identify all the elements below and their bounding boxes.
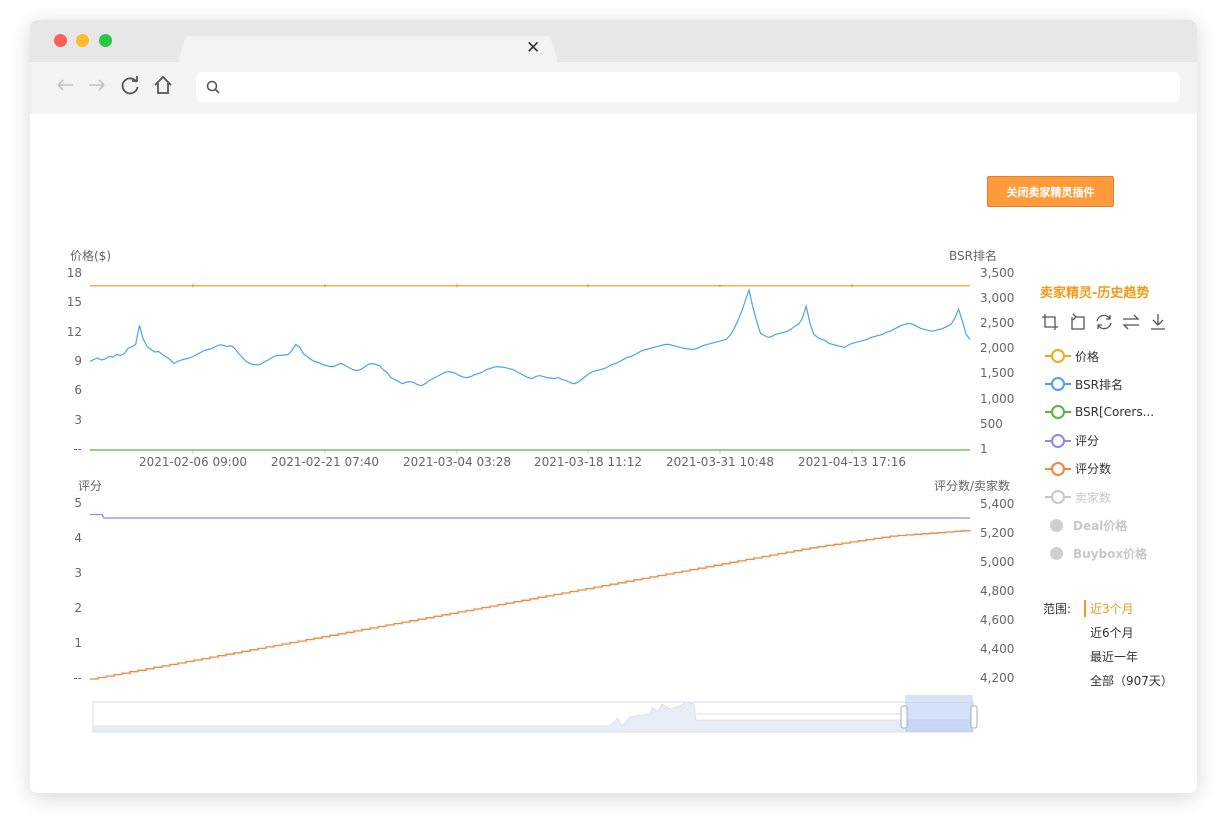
panel-title: 卖家精灵-历史趋势 — [1040, 286, 1150, 301]
legend-label: 价格 — [1075, 349, 1100, 364]
tab-close-icon[interactable]: ✕ — [526, 37, 540, 59]
legend-label: 卖家数 — [1075, 490, 1112, 505]
chart-toolbox — [1040, 312, 1168, 332]
range-label: 范围: — [1043, 602, 1072, 616]
legend-label: BSR排名 — [1075, 377, 1123, 392]
legend-label: 评分数 — [1075, 462, 1112, 477]
download-icon[interactable] — [1148, 312, 1168, 332]
home-icon[interactable] — [152, 74, 174, 96]
browser-window: ✕ 关闭卖家精灵插件 价格($) BSR排名 18 15 12 9 6 3 -- 3,500… — [30, 20, 1197, 793]
legend-item[interactable]: Deal价格 — [1045, 516, 1127, 534]
reload-icon[interactable] — [119, 74, 141, 96]
legend-item[interactable]: Buybox价格 — [1045, 544, 1147, 562]
legend-label: BSR[Corers... — [1075, 405, 1155, 420]
close-window-button[interactable] — [54, 34, 67, 47]
legend-item[interactable]: BSR[Corers... — [1045, 403, 1154, 421]
switch-icon[interactable] — [1121, 312, 1141, 332]
page-content: 关闭卖家精灵插件 价格($) BSR排名 18 15 12 9 6 3 -- 3,500 3,… — [30, 114, 1197, 793]
browser-toolbar — [30, 62, 1197, 114]
price-point — [455, 284, 459, 288]
legend-item[interactable]: 评分数 — [1045, 460, 1111, 478]
search-icon — [206, 80, 220, 94]
legend-label: Deal价格 — [1073, 518, 1128, 533]
browser-tab[interactable] — [178, 36, 558, 62]
title-bar: ✕ — [30, 20, 1197, 62]
zoom-left-handle[interactable] — [900, 705, 908, 729]
legend-marker-icon — [1045, 375, 1071, 393]
price-bsr-chart — [89, 284, 971, 454]
review-count-line — [90, 530, 971, 680]
bsr-line — [89, 287, 971, 387]
legend-item[interactable]: BSR排名 — [1045, 375, 1123, 393]
minimize-window-button[interactable] — [76, 34, 89, 47]
legend-marker-icon — [1045, 403, 1071, 421]
range-option-1-year[interactable]: 最近一年 — [1090, 648, 1138, 665]
legend-dot-icon — [1050, 546, 1063, 560]
maximize-window-button[interactable] — [99, 34, 112, 47]
forward-arrow-icon[interactable] — [86, 74, 108, 96]
address-bar[interactable] — [196, 72, 1180, 102]
range-option-6-months[interactable]: 近6个月 — [1090, 624, 1134, 641]
back-arrow-icon[interactable] — [54, 74, 76, 96]
legend-label: Buybox价格 — [1073, 546, 1148, 561]
legend-marker-icon — [1045, 347, 1071, 365]
legend-marker-icon — [1045, 460, 1071, 478]
rating-chart — [90, 513, 971, 680]
price-point — [191, 284, 195, 288]
price-point — [586, 284, 590, 288]
legend-item[interactable]: 价格 — [1045, 347, 1099, 365]
restore-icon[interactable] — [1094, 312, 1114, 332]
zoom-right-handle[interactable] — [970, 705, 978, 729]
price-point — [323, 284, 327, 288]
legend-label: 评分 — [1075, 434, 1100, 449]
legend-marker-icon — [1045, 488, 1071, 506]
legend-marker-icon — [1045, 432, 1071, 450]
range-option-3-months[interactable]: 近3个月 — [1084, 600, 1134, 617]
zoom-drag-bar[interactable] — [905, 695, 973, 702]
price-point — [850, 284, 854, 288]
range-option-all[interactable]: 全部（907天） — [1090, 672, 1173, 689]
zoom-reset-icon[interactable] — [1067, 312, 1087, 332]
legend-dot-icon — [1050, 518, 1063, 532]
zoom-slider[interactable] — [92, 695, 978, 733]
legend-item[interactable]: 卖家数 — [1045, 488, 1111, 506]
trend-charts — [89, 284, 978, 733]
legend-item[interactable]: 评分 — [1045, 432, 1099, 450]
price-point — [718, 284, 722, 288]
zoom-window[interactable] — [905, 702, 973, 732]
zoom-icon[interactable] — [1040, 312, 1060, 332]
rating-line — [90, 513, 970, 519]
